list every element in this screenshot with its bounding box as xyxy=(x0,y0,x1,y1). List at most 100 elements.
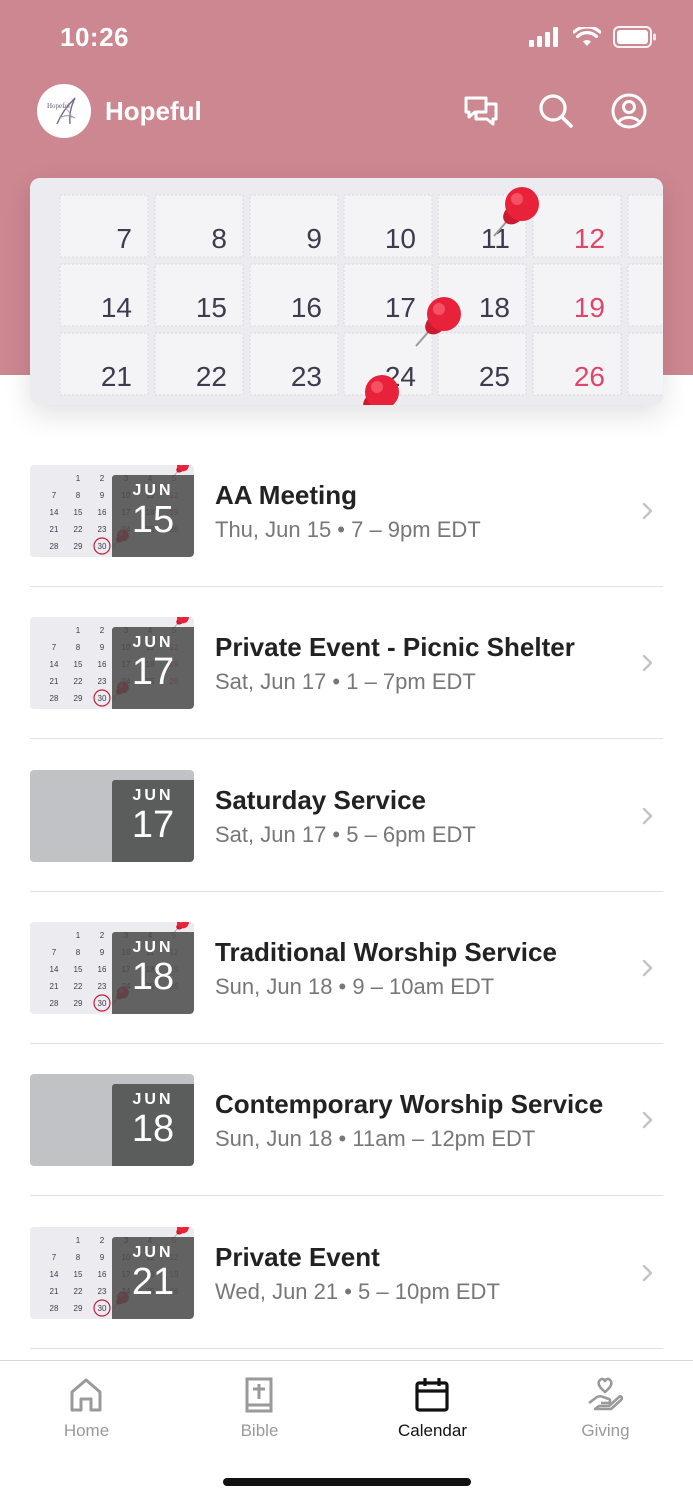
thumb-day-number: 30 xyxy=(98,694,107,703)
thumb-day-number: 15 xyxy=(74,660,83,669)
date-badge: JUN 21 xyxy=(112,1236,194,1319)
giving-icon xyxy=(588,1377,624,1411)
thumb-day-number: 1 xyxy=(76,931,81,940)
tab-bible-label: Bible xyxy=(240,1421,279,1440)
thumb-day-number: 22 xyxy=(74,982,83,991)
date-month: JUN xyxy=(132,1243,174,1261)
thumb-day-number: 7 xyxy=(52,948,57,957)
tab-home-label: Home xyxy=(63,1421,110,1440)
tab-giving[interactable]: Giving xyxy=(519,1361,692,1461)
event-thumbnail: 1234578910111214151617181921222324252628… xyxy=(30,921,194,1014)
thumb-day-number: 15 xyxy=(74,965,83,974)
thumb-day-number: 29 xyxy=(74,999,83,1008)
date-month: JUN xyxy=(132,786,174,804)
event-datetime: Sat, Jun 17 • 5 – 6pm EDT xyxy=(215,821,476,847)
chevron-right-icon xyxy=(642,959,653,977)
thumb-day-number: 23 xyxy=(98,1287,107,1296)
thumb-day-number: 23 xyxy=(98,677,107,686)
hero-day-number: 23 xyxy=(291,361,322,392)
thumb-day-number: 30 xyxy=(98,999,107,1008)
calendar-icon xyxy=(415,1378,449,1412)
thumb-day-number: 16 xyxy=(98,660,107,669)
tab-giving-label: Giving xyxy=(581,1421,630,1440)
thumb-day-number: 14 xyxy=(50,508,59,517)
battery-icon xyxy=(613,26,656,48)
event-row[interactable]: 1234578910111214151617181921222324252628… xyxy=(30,587,663,740)
thumb-day-number: 30 xyxy=(98,542,107,551)
date-badge: JUN 17 xyxy=(112,627,194,710)
messages-icon[interactable] xyxy=(462,92,500,130)
event-row[interactable]: JUN 17 Saturday Service Sat, Jun 17 • 5 – 6… xyxy=(30,740,663,892)
thumb-day-number: 21 xyxy=(50,982,59,991)
thumb-day-number: 2 xyxy=(100,626,105,635)
event-title: Saturday Service xyxy=(215,784,427,815)
date-badge: JUN 18 xyxy=(112,931,194,1014)
event-title: Traditional Worship Service xyxy=(215,936,557,967)
date-month: JUN xyxy=(132,1091,174,1109)
church-logo[interactable]: Hopeful xyxy=(37,84,91,138)
date-month: JUN xyxy=(132,482,174,499)
profile-icon[interactable] xyxy=(610,92,648,130)
chevron-right-icon xyxy=(642,655,653,672)
event-row[interactable]: 1234578910111214151617181921222324252628… xyxy=(30,1197,663,1349)
event-title: Private Event xyxy=(215,1241,380,1272)
thumb-day-number: 16 xyxy=(98,965,107,974)
chevron-right-icon xyxy=(642,502,653,520)
event-datetime: Sun, Jun 18 • 11am – 12pm EDT xyxy=(215,1126,536,1152)
tab-home[interactable]: Home xyxy=(0,1361,173,1461)
date-day: 18 xyxy=(131,1108,175,1151)
thumb-day-number: 29 xyxy=(74,542,83,551)
hero-day-number: 21 xyxy=(101,361,132,392)
thumb-day-number: 9 xyxy=(100,491,105,500)
event-row[interactable]: 1234578910111214151617181921222324252628… xyxy=(30,435,663,587)
event-thumbnail: 1234578910111214151617181921222324252628… xyxy=(30,617,194,710)
thumb-day-number: 16 xyxy=(98,1270,107,1279)
thumb-day-number: 16 xyxy=(98,508,107,517)
hero-day-number: 22 xyxy=(196,361,227,392)
event-title: AA Meeting xyxy=(215,480,358,510)
thumb-day-number: 28 xyxy=(50,694,59,703)
tab-calendar[interactable]: Calendar xyxy=(346,1361,519,1461)
thumb-day-number: 28 xyxy=(50,542,59,551)
status-time: 10:26 xyxy=(60,22,129,52)
thumb-day-number: 7 xyxy=(52,1253,57,1262)
thumb-day-number: 2 xyxy=(100,931,105,940)
thumb-day-number: 22 xyxy=(74,677,83,686)
hero-day-number: 10 xyxy=(385,223,416,254)
tab-calendar-label: Calendar xyxy=(398,1421,467,1440)
event-datetime: Wed, Jun 21 • 5 – 10pm EDT xyxy=(215,1278,500,1304)
app-header: Hopeful Hopeful xyxy=(0,82,693,140)
signal-icon xyxy=(529,27,558,47)
thumb-day-number: 14 xyxy=(50,965,59,974)
thumb-day-number: 8 xyxy=(76,948,81,957)
event-title: Contemporary Worship Service xyxy=(215,1089,604,1120)
wifi-icon xyxy=(573,27,601,46)
tab-bible[interactable]: Bible xyxy=(173,1361,346,1461)
status-icons xyxy=(529,26,657,48)
event-datetime: Sat, Jun 17 • 1 – 7pm EDT xyxy=(215,669,476,695)
hero-day-number: 17 xyxy=(385,292,416,323)
home-icon xyxy=(70,1378,102,1412)
thumb-day-number: 15 xyxy=(74,508,83,517)
event-row[interactable]: JUN 18 Contemporary Worship Service Sun, Ju… xyxy=(30,1044,663,1197)
app-title: Hopeful xyxy=(105,96,202,126)
thumb-day-number: 14 xyxy=(50,1270,59,1279)
thumb-day-number: 22 xyxy=(74,525,83,534)
chevron-right-icon xyxy=(642,807,653,824)
thumb-day-number: 23 xyxy=(98,525,107,534)
event-datetime: Thu, Jun 15 • 7 – 9pm EDT xyxy=(215,517,481,542)
thumb-day-number: 7 xyxy=(52,643,57,652)
thumb-day-number: 9 xyxy=(100,643,105,652)
event-row[interactable]: 1234578910111214151617181921222324252628… xyxy=(30,892,663,1044)
chevron-right-icon xyxy=(642,1264,653,1281)
event-thumbnail: 1234578910111214151617181921222324252628… xyxy=(30,465,194,557)
search-icon[interactable] xyxy=(537,92,575,130)
event-thumbnail: JUN 17 xyxy=(30,769,194,862)
logo-text: Hopeful xyxy=(47,102,70,110)
thumb-day-number: 28 xyxy=(50,999,59,1008)
date-badge: JUN 17 xyxy=(112,779,194,862)
thumb-day-number: 8 xyxy=(76,491,81,500)
thumb-day-number: 9 xyxy=(100,1253,105,1262)
hero-day-number: 11 xyxy=(481,223,510,254)
thumb-day-number: 1 xyxy=(76,626,81,635)
